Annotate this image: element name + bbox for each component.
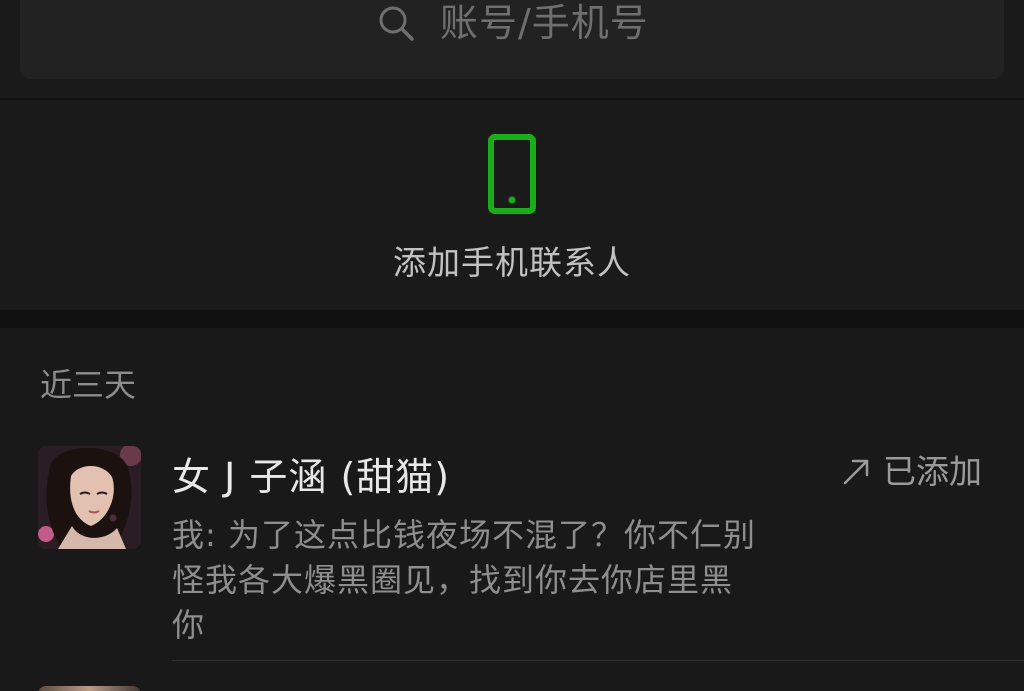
avatar[interactable] [38, 446, 141, 549]
add-phone-contacts-button[interactable]: 添加手机联系人 [0, 100, 1024, 310]
search-icon [379, 6, 414, 41]
search-section: 账号/手机号 [0, 0, 1024, 98]
added-status: 已添加 [841, 447, 982, 497]
mobile-phone-icon [488, 134, 536, 214]
added-status-label: 已添加 [883, 452, 982, 491]
recent-section: 近三天 女 J 子涵 (甜猫) 我: 为了这点比钱夜场不混了？你不仁别怪我各大爆… [0, 328, 1024, 691]
contact-message-preview: 我: 为了这点比钱夜场不混了？你不仁别怪我各大爆黑圈见，找到你去你店里黑你 [172, 516, 756, 644]
search-box[interactable]: 账号/手机号 [20, 0, 1004, 79]
recent-section-header: 近三天 [40, 366, 137, 404]
list-divider [172, 660, 1024, 661]
avatar[interactable] [38, 686, 141, 691]
add-friends-screen: 账号/手机号 添加手机联系人 近三天 女 J 子涵 (甜猫) 我: 为了这点比钱… [0, 0, 1024, 691]
search-placeholder: 账号/手机号 [440, 1, 649, 45]
add-phone-contacts-label: 添加手机联系人 [393, 243, 631, 282]
arrow-up-right-icon [843, 459, 869, 485]
contact-name: 女 J 子涵 (甜猫) [172, 455, 451, 499]
list-item[interactable]: 女 J 子涵 (甜猫) 我: 为了这点比钱夜场不混了？你不仁别怪我各大爆黑圈见，… [0, 443, 1024, 663]
